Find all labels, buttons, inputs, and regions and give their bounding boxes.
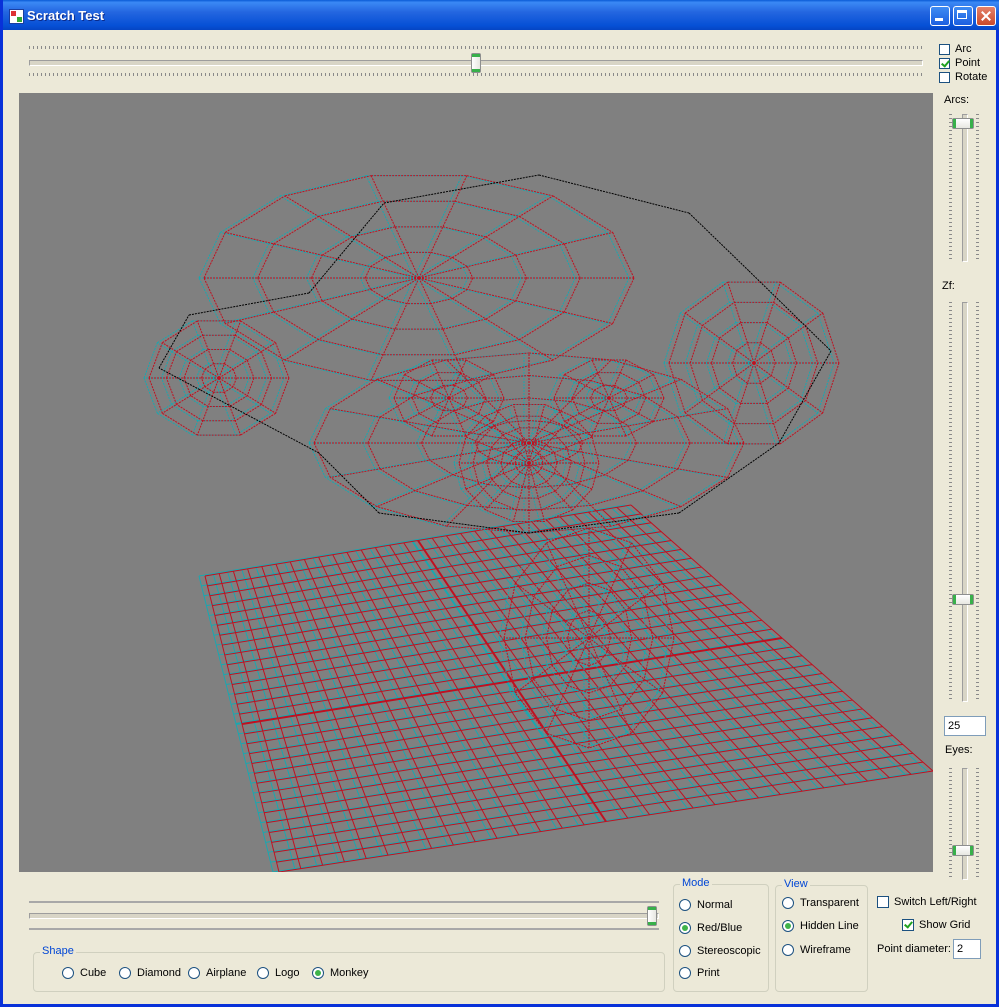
shape-option-monkey[interactable]: Monkey: [312, 967, 369, 979]
arcs-trackbar-ticks-right: [976, 114, 979, 262]
switch-left-right-checkbox[interactable]: Switch Left/Right: [877, 896, 977, 908]
top-trackbar-ticks-bottom: [29, 73, 923, 76]
show-grid-checkbox[interactable]: Show Grid: [902, 919, 970, 931]
mode-option-red-blue[interactable]: Red/Blue: [679, 922, 742, 934]
mode-stereoscopic-radio[interactable]: [679, 945, 691, 957]
close-button[interactable]: [976, 6, 996, 26]
shape-monkey-label: Monkey: [330, 967, 369, 979]
bottom-trackbar-thumb[interactable]: [647, 906, 657, 926]
minimize-button[interactable]: [930, 6, 950, 26]
point-checkbox[interactable]: Point: [939, 57, 980, 69]
view-wireframe-label: Wireframe: [800, 944, 851, 956]
arcs-trackbar-ticks-left: [949, 114, 952, 262]
app-window: Scratch Test Arc Point Rotate Arcs: Zf: …: [0, 0, 999, 1007]
view-wireframe-radio[interactable]: [782, 944, 794, 956]
shape-option-cube[interactable]: Cube: [62, 967, 106, 979]
view-hidden-line-label: Hidden Line: [800, 920, 859, 932]
arcs-trackbar-rail: [962, 114, 968, 262]
bottom-trackbar-ticks-bottom: [29, 928, 659, 930]
shape-cube-radio[interactable]: [62, 967, 74, 979]
zf-trackbar-thumb[interactable]: [952, 594, 974, 605]
window-title: Scratch Test: [27, 8, 105, 23]
bottom-trackbar-rail: [29, 913, 659, 919]
view-transparent-radio[interactable]: [782, 897, 794, 909]
shape-diamond-radio[interactable]: [119, 967, 131, 979]
monkey-wireframe: [143, 174, 840, 749]
view-option-hidden-line[interactable]: Hidden Line: [782, 920, 859, 932]
switch-left-right-box[interactable]: [877, 896, 889, 908]
mode-option-stereoscopic[interactable]: Stereoscopic: [679, 945, 761, 957]
mode-print-label: Print: [697, 967, 720, 979]
point-diameter-input[interactable]: [953, 939, 981, 959]
arcs-label: Arcs:: [944, 94, 970, 106]
mode-option-normal[interactable]: Normal: [679, 899, 732, 911]
mode-red-blue-label: Red/Blue: [697, 922, 743, 934]
switch-left-right-label: Switch Left/Right: [894, 896, 977, 908]
shape-logo-radio[interactable]: [257, 967, 269, 979]
view-option-wireframe[interactable]: Wireframe: [782, 944, 851, 956]
shape-monkey-radio[interactable]: [312, 967, 324, 979]
zf-trackbar-rail: [962, 302, 968, 702]
shape-option-logo[interactable]: Logo: [257, 967, 299, 979]
arcs-trackbar-thumb[interactable]: [952, 118, 974, 129]
shape-option-diamond[interactable]: Diamond: [119, 967, 181, 979]
point-checkbox-label: Point: [955, 57, 981, 69]
mode-red-blue-radio[interactable]: [679, 922, 691, 934]
bottom-trackbar-ticks-top: [29, 901, 659, 903]
mode-normal-label: Normal: [697, 899, 733, 911]
bottom-trackbar[interactable]: [29, 898, 659, 934]
zf-label: Zf:: [942, 280, 955, 292]
eyes-trackbar[interactable]: [949, 768, 979, 880]
top-trackbar-thumb[interactable]: [471, 53, 481, 73]
rotate-checkbox[interactable]: Rotate: [939, 71, 987, 83]
eyes-trackbar-ticks-right: [976, 768, 979, 880]
point-diameter-label: Point diameter:: [877, 943, 951, 955]
eyes-trackbar-thumb[interactable]: [952, 845, 974, 856]
rotate-checkbox-label: Rotate: [955, 71, 988, 83]
view-hidden-line-radio[interactable]: [782, 920, 794, 932]
show-grid-box[interactable]: [902, 919, 914, 931]
shape-group-title: Shape: [40, 945, 76, 957]
render-viewport[interactable]: [19, 93, 933, 872]
point-checkbox-box[interactable]: [939, 57, 950, 69]
zf-value-input[interactable]: [944, 716, 986, 736]
arc-checkbox-box[interactable]: [939, 43, 950, 55]
top-trackbar-ticks-top: [29, 46, 923, 49]
zf-trackbar-ticks-left: [949, 302, 952, 702]
mode-normal-radio[interactable]: [679, 899, 691, 911]
arc-checkbox[interactable]: Arc: [939, 43, 972, 55]
mode-group-title: Mode: [680, 877, 712, 889]
mode-print-radio[interactable]: [679, 967, 691, 979]
app-icon: [9, 9, 24, 24]
arc-checkbox-label: Arc: [955, 43, 972, 55]
maximize-button[interactable]: [953, 6, 973, 26]
mode-stereoscopic-label: Stereoscopic: [697, 945, 761, 957]
view-group-title: View: [782, 878, 810, 890]
eyes-label: Eyes:: [945, 744, 973, 756]
eyes-trackbar-ticks-left: [949, 768, 952, 880]
shape-cube-label: Cube: [80, 967, 107, 979]
shape-diamond-label: Diamond: [137, 967, 182, 979]
show-grid-label: Show Grid: [919, 919, 971, 931]
render-canvas[interactable]: [19, 93, 933, 872]
rotate-checkbox-box[interactable]: [939, 71, 950, 83]
shape-airplane-label: Airplane: [206, 967, 247, 979]
mode-option-print[interactable]: Print: [679, 967, 720, 979]
view-transparent-label: Transparent: [800, 897, 859, 909]
shape-airplane-radio[interactable]: [188, 967, 200, 979]
eyes-trackbar-rail: [962, 768, 968, 880]
shape-logo-label: Logo: [275, 967, 300, 979]
title-bar[interactable]: Scratch Test: [3, 0, 999, 30]
shape-option-airplane[interactable]: Airplane: [188, 967, 246, 979]
zf-trackbar-ticks-right: [976, 302, 979, 702]
view-option-transparent[interactable]: Transparent: [782, 897, 859, 909]
arcs-trackbar[interactable]: [949, 114, 979, 262]
top-trackbar[interactable]: [29, 44, 923, 78]
zf-trackbar[interactable]: [949, 302, 979, 702]
